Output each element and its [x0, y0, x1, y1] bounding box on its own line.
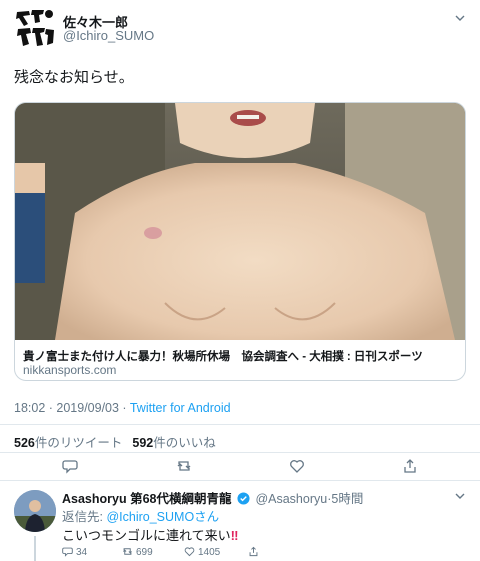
tweet-header: 佐々木一郎 @Ichiro_SUMO [14, 8, 470, 48]
reply-count: 34 [76, 547, 88, 558]
divider [0, 424, 480, 425]
reply-tweet[interactable]: Asashoryu 第68代横綱朝青龍 @Asashoryu·5時間 返信先: … [0, 480, 480, 561]
tweet-source-link[interactable]: Twitter for Android [130, 401, 231, 415]
share-icon[interactable] [402, 458, 418, 474]
author-avatar[interactable] [14, 8, 56, 48]
link-card[interactable]: 貴ノ富士また付け人に暴力！秋場所休場 協会調査へ - 大相撲 : 日刊スポーツ … [14, 102, 466, 381]
reply-icon [62, 547, 73, 557]
retweet-icon[interactable] [176, 458, 192, 474]
like-count: 1405 [198, 547, 221, 558]
double-exclamation-emoji: ‼ [230, 528, 239, 543]
reply-time[interactable]: ·5時間 [327, 492, 363, 506]
avatar-logo-icon [16, 10, 54, 46]
reply-like-action[interactable]: 1405 [184, 546, 220, 558]
tweet-action-bar [0, 458, 480, 476]
reply-avatar[interactable] [14, 490, 56, 532]
reply-text: こいつモンゴルに連れて来い‼ [62, 525, 238, 544]
thread-line [34, 536, 36, 561]
reply-body: こいつモンゴルに連れて来い [62, 528, 231, 543]
like-icon[interactable] [289, 458, 305, 474]
reply-reply-action[interactable]: 34 [62, 546, 87, 558]
like-icon [184, 547, 195, 557]
chevron-down-icon[interactable] [454, 12, 466, 24]
tweet-text: 残念なお知らせ。 [14, 69, 134, 86]
author-handle[interactable]: @Ichiro_SUMO [63, 28, 154, 43]
chevron-down-icon[interactable] [454, 490, 466, 502]
reply-header: Asashoryu 第68代横綱朝青龍 @Asashoryu·5時間 [62, 488, 363, 507]
tweet-meta: 18:02 · 2019/09/03 · Twitter for Android [14, 401, 231, 415]
card-title[interactable]: 貴ノ富士また付け人に暴力！秋場所休場 協会調査へ - 大相撲 : 日刊スポーツ [23, 348, 423, 364]
retweet-icon [123, 548, 132, 555]
tweet-timestamp[interactable]: 18:02 · 2019/09/03 · [14, 401, 130, 415]
tweet-stats: 526件のリツイート 592件のいいね [14, 432, 216, 451]
card-domain: nikkansports.com [23, 363, 117, 377]
retweets-stat[interactable]: 526件のリツイート [14, 436, 122, 450]
reply-share-action[interactable] [248, 546, 262, 558]
reply-author-handle[interactable]: @Asashoryu [255, 492, 327, 506]
retweet-count: 699 [136, 547, 153, 558]
reply-icon[interactable] [62, 458, 78, 474]
reply-to-mention[interactable]: @Ichiro_SUMOさん [106, 510, 219, 524]
reply-retweet-action[interactable]: 699 [122, 546, 153, 558]
reply-to-label: 返信先: [62, 510, 107, 524]
card-image [15, 103, 465, 340]
verified-badge-icon [237, 492, 250, 505]
likes-stat[interactable]: 592件のいいね [132, 436, 215, 450]
reply-author-name[interactable]: Asashoryu 第68代横綱朝青龍 [62, 492, 231, 506]
reply-to-line: 返信先: @Ichiro_SUMOさん [62, 506, 219, 525]
divider [0, 452, 480, 453]
share-icon [249, 546, 258, 557]
